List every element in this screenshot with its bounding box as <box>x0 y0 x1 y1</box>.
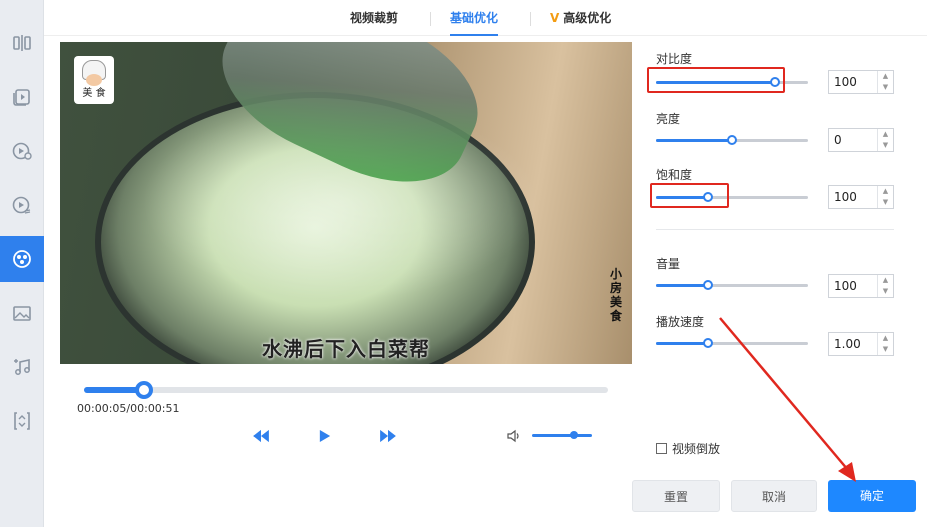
brightness-slider[interactable] <box>656 135 808 145</box>
volume-slider[interactable] <box>656 280 808 290</box>
time-display: 00:00:05/00:00:51 <box>77 402 180 415</box>
settings-panel: 对比度 100 ▲ ▼ 亮度 0 ▲ ▼ 饱和度 100 ▲ ▼ 音量 100 … <box>642 38 910 466</box>
brightness-stepper[interactable]: ▲ ▼ <box>877 129 893 151</box>
tab-video-crop[interactable]: 视频裁剪 <box>350 0 398 36</box>
image-icon <box>13 306 31 321</box>
speed-stepper[interactable]: ▲ ▼ <box>877 333 893 355</box>
rewind-button[interactable] <box>250 428 272 444</box>
split-icon <box>13 35 31 51</box>
brightness-slider-knob[interactable] <box>727 135 737 145</box>
cancel-button[interactable]: 取消 <box>731 480 817 512</box>
video-subtitle: 水沸后下入白菜帮 <box>262 337 430 361</box>
adjust-icon <box>14 412 30 430</box>
channel-logo: 美 食 <box>74 56 114 104</box>
brightness-label: 亮度 <box>656 112 681 126</box>
stepper-down-icon: ▼ <box>882 83 889 91</box>
playback-volume-knob[interactable] <box>570 431 578 439</box>
contrast-label: 对比度 <box>656 52 693 66</box>
stepper-down-icon: ▼ <box>882 287 889 295</box>
saturation-highlight-box <box>650 183 729 208</box>
contrast-input[interactable]: 100 ▲ ▼ <box>828 70 894 94</box>
speed-slider-knob[interactable] <box>702 338 713 348</box>
tab-divider <box>430 12 431 26</box>
filter-effects-tool[interactable] <box>0 236 44 282</box>
fast-forward-icon <box>380 429 396 443</box>
music-tool[interactable] <box>0 344 44 390</box>
video-frames-icon <box>13 89 30 106</box>
frames-tool[interactable] <box>0 74 44 120</box>
stepper-up-icon: ▲ <box>882 130 889 138</box>
vertical-watermark: 小房美食 <box>610 267 623 323</box>
stepper-up-icon: ▲ <box>882 276 889 284</box>
reverse-checkbox[interactable] <box>656 443 667 454</box>
tab-basic-optimize[interactable]: 基础优化 <box>450 0 499 36</box>
reverse-option[interactable]: 视频倒放 <box>656 440 720 457</box>
vip-badge-icon: V <box>550 11 560 25</box>
reverse-label: 视频倒放 <box>672 442 721 456</box>
play-settings-tool[interactable] <box>0 128 44 174</box>
stepper-up-icon: ▲ <box>882 72 889 80</box>
video-preview[interactable]: 美 食 小房美食 水沸后下入白菜帮 <box>60 42 632 364</box>
stepper-down-icon: ▼ <box>882 141 889 149</box>
play-button[interactable] <box>316 428 334 444</box>
speed-input[interactable]: 1.00 ▲ ▼ <box>828 332 894 356</box>
speed-slider-fill <box>656 342 708 345</box>
fast-forward-button[interactable] <box>377 428 399 444</box>
stepper-down-icon: ▼ <box>882 198 889 206</box>
confirm-button[interactable]: 确定 <box>828 480 916 512</box>
saturation-stepper[interactable]: ▲ ▼ <box>877 186 893 208</box>
contrast-stepper[interactable]: ▲ ▼ <box>877 71 893 93</box>
rewind-icon <box>253 429 269 443</box>
saturation-input[interactable]: 100 ▲ ▼ <box>828 185 894 209</box>
tab-bar: 视频裁剪 基础优化 V 高级优化 <box>44 0 927 36</box>
play-edit-tool[interactable] <box>0 182 44 228</box>
section-divider <box>656 229 894 230</box>
contrast-highlight-box <box>647 67 785 93</box>
volume-input[interactable]: 100 ▲ ▼ <box>828 274 894 298</box>
app-window: 视频裁剪 基础优化 V 高级优化 美 食 小房美食 水沸后下入白菜帮 00:00:… <box>0 0 927 527</box>
music-icon <box>14 359 30 375</box>
play-edit-icon <box>12 196 31 214</box>
stepper-up-icon: ▲ <box>882 187 889 195</box>
timeline-slider[interactable] <box>84 381 608 399</box>
playback-volume-slider[interactable] <box>532 431 592 439</box>
play-settings-icon <box>12 142 32 160</box>
volume-slider-fill <box>656 284 708 287</box>
volume-slider-knob[interactable] <box>702 280 713 290</box>
speed-slider[interactable] <box>656 338 808 348</box>
stepper-down-icon: ▼ <box>882 345 889 353</box>
left-toolbar <box>0 0 44 527</box>
volume-label: 音量 <box>656 257 681 271</box>
speed-label: 播放速度 <box>656 315 705 329</box>
play-icon <box>319 430 331 442</box>
split-tool[interactable] <box>0 20 44 66</box>
brightness-slider-fill <box>656 139 732 142</box>
saturation-label: 饱和度 <box>656 168 693 182</box>
stepper-up-icon: ▲ <box>882 334 889 342</box>
volume-icon[interactable] <box>506 428 522 444</box>
tab-divider <box>530 12 531 26</box>
filter-effects-icon <box>13 250 31 268</box>
adjust-tool[interactable] <box>0 398 44 444</box>
brightness-input[interactable]: 0 ▲ ▼ <box>828 128 894 152</box>
volume-stepper[interactable]: ▲ ▼ <box>877 275 893 297</box>
image-tool[interactable] <box>0 290 44 336</box>
tab-advanced-optimize[interactable]: V 高级优化 <box>550 0 611 36</box>
chef-face-icon <box>86 74 102 86</box>
reset-button[interactable]: 重置 <box>632 480 720 512</box>
